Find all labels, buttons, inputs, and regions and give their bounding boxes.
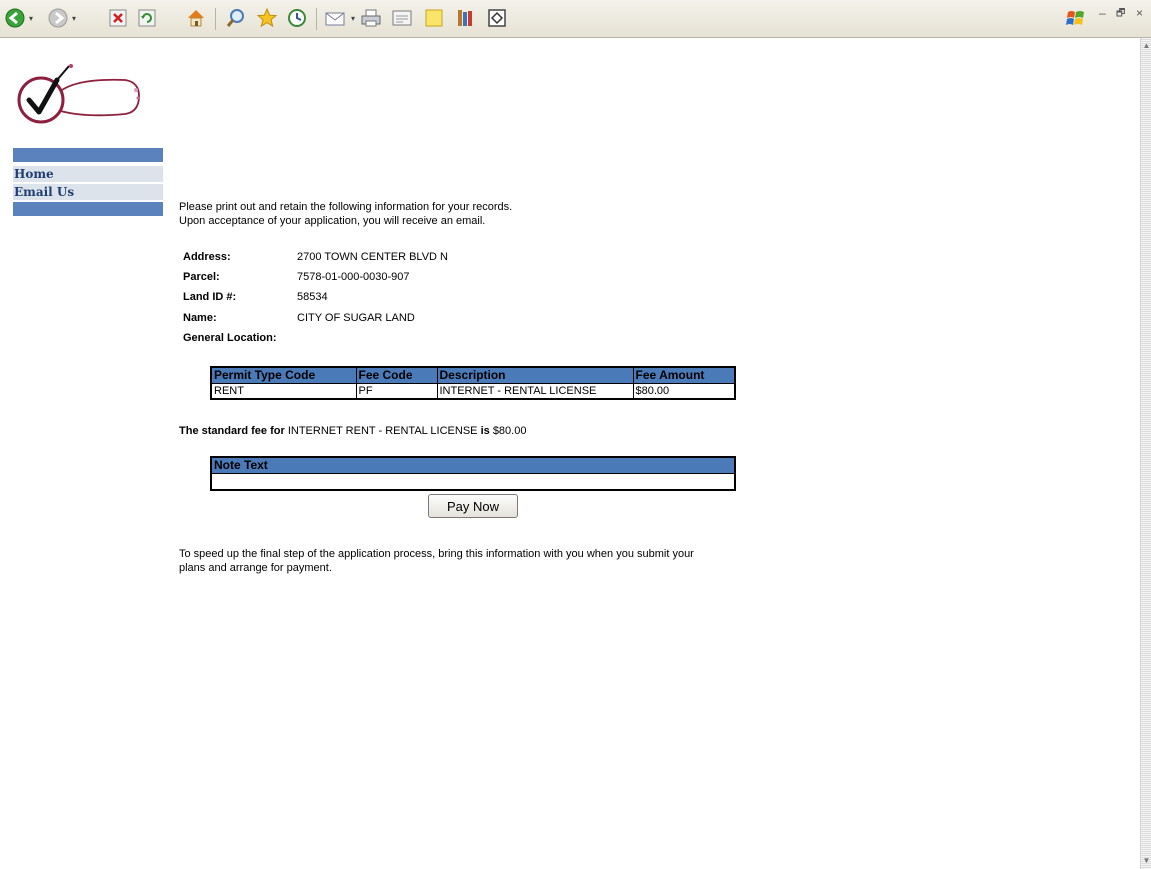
fee-table: Permit Type Code Fee Code Description Fe… bbox=[210, 366, 736, 400]
general-location-label: General Location: bbox=[183, 332, 277, 344]
home-icon[interactable] bbox=[183, 5, 209, 31]
intro-line-1: Please print out and retain the followin… bbox=[179, 201, 513, 213]
scroll-up-icon[interactable]: ▲ bbox=[1142, 40, 1151, 52]
browser-toolbar: ▾ ▾ ▾ – 🗗 × bbox=[0, 0, 1151, 38]
parcel-value: 7578-01-000-0030-907 bbox=[297, 271, 410, 283]
standard-fee-item: INTERNET RENT - RENTAL LICENSE bbox=[287, 425, 478, 437]
fee-code-cell: PF bbox=[355, 382, 438, 400]
standard-fee-is: is bbox=[480, 425, 490, 437]
land-id-label: Land ID #: bbox=[183, 291, 237, 303]
parcel-label: Parcel: bbox=[183, 271, 220, 283]
note-table-header-row: Note Text bbox=[210, 456, 736, 474]
stop-icon[interactable] bbox=[107, 5, 129, 31]
intro-line-2: Upon acceptance of your application, you… bbox=[179, 215, 486, 227]
scroll-down-icon[interactable]: ▼ bbox=[1142, 855, 1151, 867]
table-row: RENT PF INTERNET - RENTAL LICENSE $80.00 bbox=[210, 382, 736, 400]
col-note-text: Note Text bbox=[210, 456, 736, 474]
nav-bottom-bar bbox=[13, 202, 163, 216]
search-icon[interactable] bbox=[223, 5, 249, 31]
footer-line-2: plans and arrange for payment. bbox=[179, 562, 332, 574]
address-value: 2700 TOWN CENTER BLVD N bbox=[297, 251, 448, 263]
table-row bbox=[210, 472, 736, 491]
close-icon[interactable]: × bbox=[1136, 6, 1143, 20]
back-dropdown-icon[interactable]: ▾ bbox=[26, 5, 36, 31]
windows-flag-icon bbox=[1063, 5, 1089, 31]
print-icon[interactable] bbox=[358, 5, 384, 31]
nav-top-bar bbox=[13, 148, 163, 162]
research-icon[interactable] bbox=[452, 5, 478, 31]
back-icon[interactable] bbox=[4, 5, 26, 31]
fee-table-header-row: Permit Type Code Fee Code Description Fe… bbox=[210, 366, 736, 384]
standard-fee-text: The standard fee for INTERNET RENT - REN… bbox=[179, 424, 526, 438]
permit-type-code-cell: RENT bbox=[210, 382, 357, 400]
restore-icon[interactable]: 🗗 bbox=[1116, 6, 1125, 23]
messenger-icon[interactable] bbox=[484, 5, 510, 31]
fee-amount-cell: $80.00 bbox=[632, 382, 736, 400]
footer-line-1: To speed up the final step of the applic… bbox=[179, 548, 694, 560]
address-label: Address: bbox=[183, 251, 231, 263]
mail-icon[interactable] bbox=[322, 5, 348, 31]
forward-icon[interactable] bbox=[47, 5, 69, 31]
minimize-icon[interactable]: – bbox=[1099, 6, 1106, 20]
favorites-icon[interactable] bbox=[254, 5, 280, 31]
col-fee-code: Fee Code bbox=[355, 366, 438, 384]
nav-item-home[interactable]: Home bbox=[13, 166, 163, 183]
description-cell: INTERNET - RENTAL LICENSE bbox=[436, 382, 634, 400]
pay-now-button[interactable]: Pay Now bbox=[428, 494, 518, 518]
note-text-cell bbox=[210, 472, 736, 491]
nav-item-email-us[interactable]: Email Us bbox=[13, 184, 163, 201]
land-id-value: 58534 bbox=[297, 291, 328, 303]
mail-dropdown-icon[interactable]: ▾ bbox=[348, 5, 358, 31]
note-table: Note Text bbox=[210, 456, 736, 491]
name-label: Name: bbox=[183, 312, 217, 324]
col-description: Description bbox=[436, 366, 634, 384]
edit-icon[interactable] bbox=[389, 5, 415, 31]
col-permit-type-code: Permit Type Code bbox=[210, 366, 357, 384]
history-icon[interactable] bbox=[284, 5, 310, 31]
name-value: CITY OF SUGAR LAND bbox=[297, 312, 415, 324]
refresh-icon[interactable] bbox=[136, 5, 158, 31]
vertical-scrollbar[interactable]: ▲ ▼ bbox=[1140, 38, 1151, 869]
site-logo bbox=[13, 62, 143, 131]
col-fee-amount: Fee Amount bbox=[632, 366, 736, 384]
standard-fee-prefix: The standard fee for bbox=[179, 425, 285, 437]
standard-fee-amount: $80.00 bbox=[492, 425, 527, 437]
forward-dropdown-icon[interactable]: ▾ bbox=[69, 5, 79, 31]
notes-icon[interactable] bbox=[421, 5, 447, 31]
